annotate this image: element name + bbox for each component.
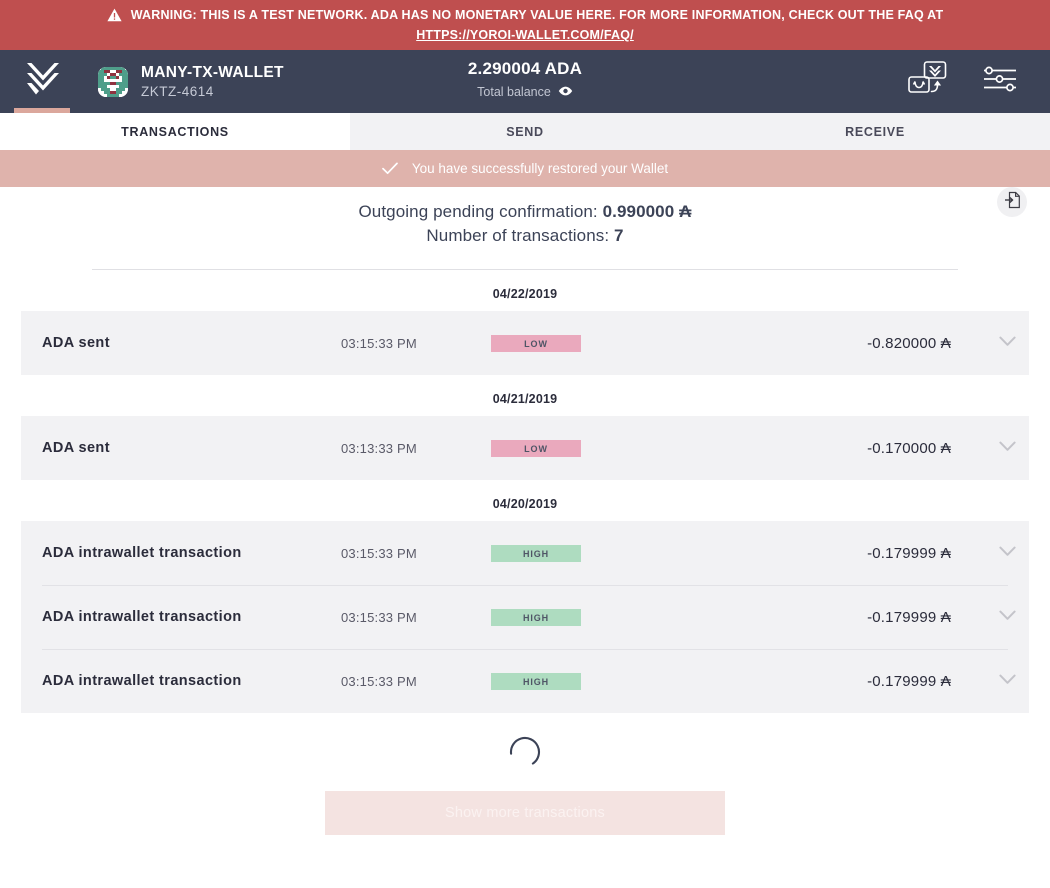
check-icon [381,162,398,175]
transaction-type: ADA intrawallet transaction [42,609,242,625]
wallet-identicon-avatar [98,66,128,97]
transaction-status-cell: LOW [491,334,691,353]
tab-send[interactable]: SEND [350,113,700,150]
warning-triangle-icon [107,8,122,22]
transaction-count-value: 7 [614,226,624,245]
transaction-amount: -0.170000 ₳ [867,439,951,457]
settings-sliders-icon [982,65,1018,98]
transaction-type: ADA sent [42,440,110,456]
transaction-time: 03:13:33 PM [341,440,417,456]
transaction-status-cell: LOW [491,439,691,458]
transaction-date-header: 04/20/2019 [492,497,558,511]
transaction-time: 03:15:33 PM [341,545,417,561]
transaction-status-cell: HIGH [491,672,691,691]
transaction-amount: -0.179999 ₳ [867,608,951,626]
transaction-date-header: 04/22/2019 [492,287,558,301]
transactions-summary: Outgoing pending confirmation: 0.990000 … [0,187,1050,270]
yoroi-logo-button[interactable] [21,60,65,104]
wallet-tabs: TRANSACTIONS SEND RECEIVE [0,113,1050,150]
transaction-count-line: Number of transactions: 7 [0,224,1050,248]
transaction-status-cell: HIGH [491,544,691,563]
warning-message: WARNING: THIS IS A TEST NETWORK. ADA HAS… [130,8,944,22]
chevron-down-icon [998,672,1016,690]
chevron-down-icon [998,439,1016,457]
expand-transaction-button[interactable] [985,439,1029,457]
export-document-icon [1004,191,1021,214]
status-badge: HIGH [491,673,581,691]
table-row[interactable]: ADA sent 03:15:33 PM LOW -0.820000 ₳ [21,311,1029,375]
transaction-type: ADA intrawallet transaction [42,673,242,689]
pending-confirmation-label: Outgoing pending confirmation: [358,202,598,221]
active-section-indicator [14,108,70,113]
chevron-down-icon [998,334,1016,352]
table-row[interactable]: ADA intrawallet transaction 03:15:33 PM HI… [21,649,1029,713]
success-notification-text: You have successfully restored your Wall… [411,161,669,176]
transaction-type: ADA intrawallet transaction [42,545,242,561]
table-row[interactable]: ADA intrawallet transaction 03:15:33 PM HI… [21,521,1029,585]
status-badge: HIGH [491,609,581,627]
transaction-group: ADA intrawallet transaction 03:15:33 PM HI… [21,521,1029,713]
table-row[interactable]: ADA sent 03:13:33 PM LOW -0.170000 ₳ [21,416,1029,480]
summary-divider [92,269,958,270]
transaction-amount: -0.179999 ₳ [867,544,951,562]
chevron-down-icon [998,544,1016,562]
wallet-selector[interactable]: MANY-TX-WALLET ZKTZ-4614 [98,64,284,99]
settings-button[interactable] [982,65,1018,98]
wallet-transfer-icon [906,60,950,103]
warning-text-row: WARNING: THIS IS A TEST NETWORK. ADA HAS… [107,8,944,24]
expand-transaction-button[interactable] [985,608,1029,626]
transaction-amount: -0.820000 ₳ [867,334,951,352]
transactions-list: 04/22/2019 ADA sent 03:15:33 PM LOW -0.82000… [0,270,1050,717]
transaction-type: ADA sent [42,335,110,351]
wallet-name: MANY-TX-WALLET [141,64,284,82]
wallet-transfer-button[interactable] [906,60,950,103]
transaction-time: 03:15:33 PM [341,609,417,625]
wallet-page: WARNING: THIS IS A TEST NETWORK. ADA HAS… [0,0,1050,888]
expand-transaction-button[interactable] [985,672,1029,690]
expand-transaction-button[interactable] [985,544,1029,562]
transaction-amount: -0.179999 ₳ [867,672,951,690]
test-network-warning-banner: WARNING: THIS IS A TEST NETWORK. ADA HAS… [0,0,1050,50]
show-more-transactions-button[interactable]: Show more transactions [325,791,725,835]
toggle-balance-visibility[interactable]: Total balance [477,85,573,99]
wallet-plate-id: ZKTZ-4614 [141,83,214,99]
transaction-group: ADA sent 03:13:33 PM LOW -0.170000 ₳ [21,416,1029,480]
eye-icon [558,85,573,99]
loading-spinner-icon [508,735,542,774]
total-balance-label: Total balance [477,85,551,99]
yoroi-chevron-logo-icon [26,61,60,102]
status-badge: LOW [491,440,581,458]
transaction-date-header: 04/21/2019 [492,392,558,406]
transaction-time: 03:15:33 PM [341,673,417,689]
pending-confirmation-line: Outgoing pending confirmation: 0.990000 … [0,200,1050,224]
wallet-name-block: MANY-TX-WALLET ZKTZ-4614 [141,64,284,98]
faq-link[interactable]: HTTPS://YOROI-WALLET.COM/FAQ/ [416,29,634,42]
topbar-action-icons [906,60,1018,103]
tab-receive[interactable]: RECEIVE [700,113,1050,150]
transaction-time: 03:15:33 PM [341,335,417,351]
export-transactions-button[interactable] [997,187,1027,217]
expand-transaction-button[interactable] [985,334,1029,352]
transaction-status-cell: HIGH [491,608,691,627]
transaction-group: ADA sent 03:15:33 PM LOW -0.820000 ₳ [21,311,1029,375]
loading-indicator [0,717,1050,791]
transaction-count-label: Number of transactions: [426,226,610,245]
pending-confirmation-unit: ₳ [679,202,692,221]
status-badge: HIGH [491,545,581,563]
table-row[interactable]: ADA intrawallet transaction 03:15:33 PM HI… [21,585,1029,649]
pending-confirmation-value: 0.990000 [602,202,675,221]
chevron-down-icon [998,608,1016,626]
success-notification: You have successfully restored your Wall… [0,150,1050,187]
top-navigation-bar: MANY-TX-WALLET ZKTZ-4614 2.290004 ADA To… [0,50,1050,113]
status-badge: LOW [491,335,581,353]
tab-transactions[interactable]: TRANSACTIONS [0,113,350,150]
